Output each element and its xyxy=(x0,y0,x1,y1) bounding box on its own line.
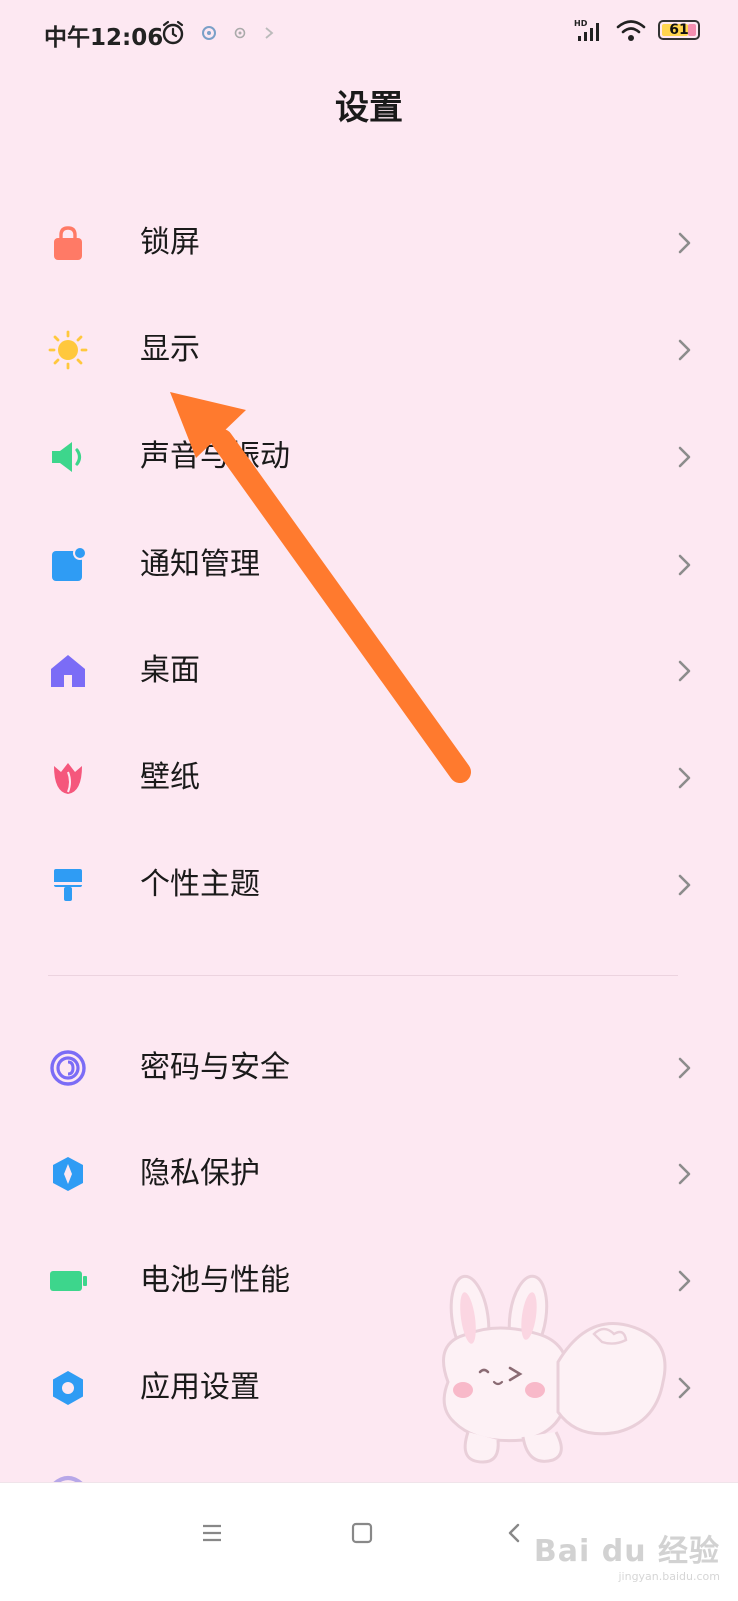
settings-item-label: 声音与振动 xyxy=(140,439,290,474)
battery-icon xyxy=(50,1271,87,1291)
status-time: 中午12:06 xyxy=(44,25,164,51)
chevron-right-icon xyxy=(678,1163,691,1185)
settings-item-lock-screen[interactable]: 锁屏 xyxy=(0,193,738,293)
battery-icon: 61 xyxy=(658,20,700,40)
paintbrush-icon xyxy=(54,869,82,901)
section-divider xyxy=(48,975,678,976)
chevron-right-icon xyxy=(678,446,691,468)
settings-item-label: 隐私保护 xyxy=(140,1156,260,1191)
status-system-icons: HD 61 xyxy=(574,18,700,42)
back-button[interactable] xyxy=(492,1511,536,1555)
settings-item-sound-vibration[interactable]: 声音与振动 xyxy=(0,407,738,507)
svg-text:HD: HD xyxy=(574,19,588,28)
fingerprint-icon xyxy=(50,1050,86,1086)
speaker-icon xyxy=(52,442,82,472)
settings-item-notifications[interactable]: 通知管理 xyxy=(0,515,738,615)
menu-icon xyxy=(203,1524,221,1542)
bunny-sticker-illustration xyxy=(442,1274,667,1464)
settings-item-password-security[interactable]: 密码与安全 xyxy=(0,1018,738,1118)
settings-item-label: 应用设置 xyxy=(140,1370,260,1405)
status-bar: 中午12:06 HD 61 xyxy=(0,0,738,66)
page-title: 设置 xyxy=(335,88,403,128)
settings-item-label: 通知管理 xyxy=(140,547,260,582)
battery-level-text: 61 xyxy=(669,22,689,38)
gear-icon xyxy=(53,1371,83,1405)
recent-apps-button[interactable] xyxy=(190,1511,234,1555)
wifi-icon xyxy=(616,20,646,41)
settings-item-label: 锁屏 xyxy=(140,225,200,260)
home-button[interactable] xyxy=(340,1511,384,1555)
gear-notification-icon xyxy=(234,27,246,39)
back-icon xyxy=(508,1523,520,1543)
chevron-right-icon xyxy=(678,1057,691,1079)
chevron-right-icon xyxy=(678,767,691,789)
baidu-jingyan-watermark: Bai du 经验 jingyan.baidu.com xyxy=(534,1526,720,1583)
chevron-right-icon xyxy=(678,339,691,361)
settings-item-label: 桌面 xyxy=(140,653,200,688)
app-notification-icon xyxy=(202,26,216,40)
link-notification-icon xyxy=(265,27,274,39)
settings-item-label: 密码与安全 xyxy=(140,1050,290,1085)
chevron-right-icon xyxy=(678,232,691,254)
settings-item-label: 电池与性能 xyxy=(140,1263,290,1298)
chevron-right-icon xyxy=(678,660,691,682)
settings-item-wallpaper[interactable]: 壁纸 xyxy=(0,728,738,828)
settings-item-label: 壁纸 xyxy=(140,760,200,795)
settings-item-privacy[interactable]: 隐私保护 xyxy=(0,1124,738,1224)
sun-icon xyxy=(48,330,88,370)
status-notification-icons xyxy=(160,20,276,46)
navigation-bar: Bai du 经验 jingyan.baidu.com xyxy=(0,1482,738,1601)
settings-item-themes[interactable]: 个性主题 xyxy=(0,835,738,935)
settings-item-label: 显示 xyxy=(140,332,200,367)
settings-item-home-screen[interactable]: 桌面 xyxy=(0,621,738,721)
settings-item-label: 个性主题 xyxy=(140,867,260,902)
notification-icon xyxy=(52,546,87,581)
watermark-logo: Bai du 经验 xyxy=(533,1534,720,1569)
hd-signal-icon: HD xyxy=(574,19,599,41)
home-square-icon xyxy=(351,1522,373,1544)
watermark-url: jingyan.baidu.com xyxy=(618,1570,720,1583)
chevron-right-icon xyxy=(678,554,691,576)
tulip-icon xyxy=(54,763,82,794)
privacy-shield-icon xyxy=(53,1157,83,1191)
home-icon xyxy=(51,655,85,687)
lock-icon xyxy=(54,226,82,260)
chevron-right-icon xyxy=(678,874,691,896)
alarm-icon xyxy=(162,20,184,45)
settings-item-display[interactable]: 显示 xyxy=(0,300,738,400)
